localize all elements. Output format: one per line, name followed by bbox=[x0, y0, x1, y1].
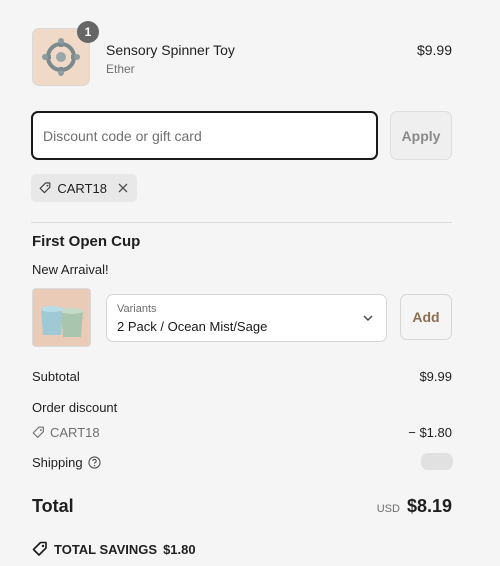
upsell-subtitle: New Arraival! bbox=[32, 262, 109, 277]
add-upsell-button[interactable]: Add bbox=[400, 294, 452, 340]
total-savings-label: TOTAL SAVINGS bbox=[54, 541, 158, 557]
help-icon[interactable] bbox=[87, 456, 101, 469]
total-savings: TOTAL SAVINGS $1.80 bbox=[32, 541, 196, 557]
cups-image bbox=[33, 289, 90, 346]
total-amount: $8.19 bbox=[406, 496, 452, 516]
order-discount-value: − $1.80 bbox=[408, 425, 452, 440]
remove-discount-button[interactable] bbox=[117, 182, 129, 194]
applied-discount-chip: CART18 bbox=[31, 174, 137, 202]
variant-label: Variants bbox=[117, 303, 157, 315]
tag-icon bbox=[32, 426, 44, 438]
total-label: Total bbox=[32, 496, 74, 516]
applied-discount-code: CART18 bbox=[57, 180, 107, 196]
shipping-loading-placeholder bbox=[421, 453, 453, 470]
product-title: Sensory Spinner Toy bbox=[106, 42, 235, 58]
quantity-badge: 1 bbox=[77, 21, 99, 43]
shipping-label: Shipping bbox=[32, 455, 83, 470]
order-discount-label: Order discount bbox=[32, 400, 118, 415]
subtotal-label: Subtotal bbox=[32, 369, 80, 384]
subtotal-value: $9.99 bbox=[419, 369, 452, 384]
chevron-down-icon bbox=[363, 315, 373, 321]
divider bbox=[31, 222, 452, 223]
variant-dropdown[interactable]: Variants 2 Pack / Ocean Mist/Sage bbox=[106, 294, 387, 342]
tag-icon bbox=[32, 541, 47, 556]
upsell-title: First Open Cup bbox=[32, 233, 141, 250]
order-discount-code: CART18 bbox=[32, 425, 100, 440]
apply-discount-button[interactable]: Apply bbox=[390, 111, 452, 160]
total-value: USD $8.19 bbox=[377, 496, 452, 517]
tag-icon bbox=[39, 182, 51, 194]
discount-code-input[interactable] bbox=[31, 111, 378, 160]
currency-code: USD bbox=[376, 503, 400, 515]
upsell-product-image bbox=[32, 288, 91, 347]
close-icon bbox=[118, 183, 128, 193]
cart-line-item: 1 Sensory Spinner Toy Ether $9.99 bbox=[32, 21, 452, 88]
order-discount-code-text: CART18 bbox=[50, 425, 100, 440]
total-savings-value: $1.80 bbox=[163, 541, 196, 557]
order-summary: 1 Sensory Spinner Toy Ether $9.99 Apply … bbox=[0, 0, 500, 566]
product-price: $9.99 bbox=[416, 42, 452, 58]
shipping-row: Shipping bbox=[32, 455, 101, 470]
product-variant: Ether bbox=[106, 62, 135, 76]
spinner-toy-image bbox=[42, 38, 80, 76]
variant-selected-value: 2 Pack / Ocean Mist/Sage bbox=[117, 319, 268, 334]
